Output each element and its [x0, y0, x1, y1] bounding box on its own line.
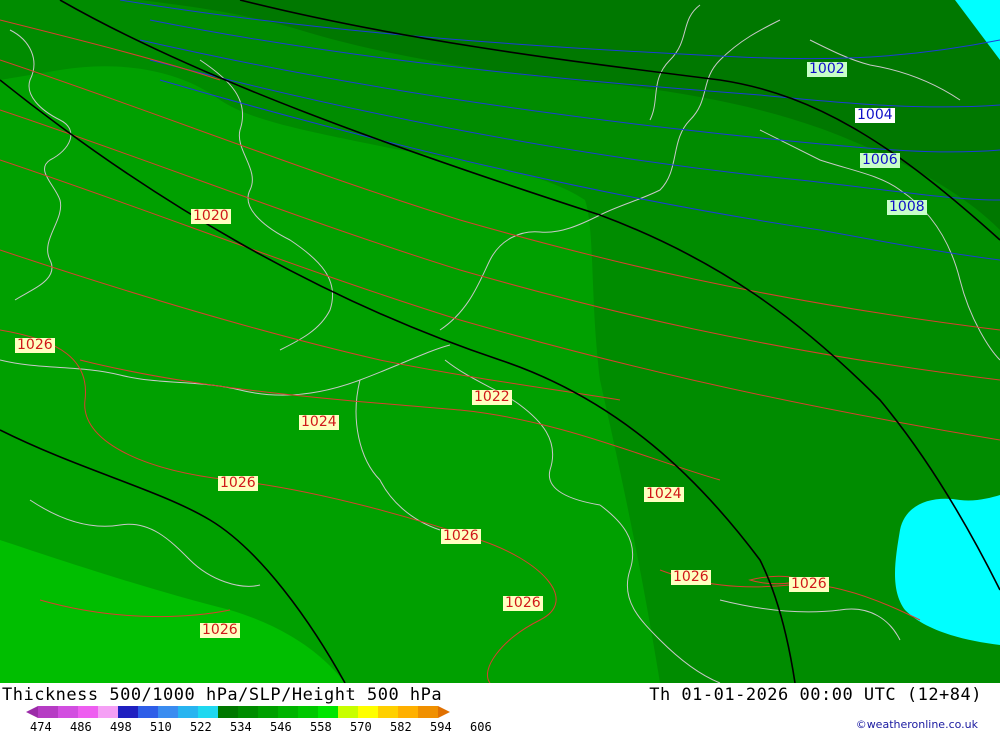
scale-swatch — [58, 706, 78, 718]
scale-swatch — [98, 706, 118, 718]
map-title: Thickness 500/1000 hPa/SLP/Height 500 hP… — [2, 685, 443, 705]
scale-tick-label: 498 — [110, 720, 132, 734]
scale-tick-label: 594 — [430, 720, 452, 734]
isobar-label: 1024 — [299, 414, 339, 430]
scale-arrow-left — [26, 706, 38, 718]
isobar-label: 1026 — [503, 595, 543, 611]
scale-swatch — [38, 706, 58, 718]
scale-swatch — [258, 706, 278, 718]
isobar-label: 1026 — [441, 528, 481, 544]
scale-tick-label: 486 — [70, 720, 92, 734]
scale-tick-label: 582 — [390, 720, 412, 734]
scale-tick-label: 510 — [150, 720, 172, 734]
scale-swatch — [318, 706, 338, 718]
scale-swatch — [378, 706, 398, 718]
isobar-label: 1026 — [200, 622, 240, 638]
isobar-label: 1008 — [887, 199, 927, 215]
scale-swatch — [398, 706, 418, 718]
map-footer: Thickness 500/1000 hPa/SLP/Height 500 hP… — [0, 683, 1000, 734]
scale-tick-label: 474 — [30, 720, 52, 734]
scale-swatch — [338, 706, 358, 718]
scale-arrow-right — [438, 706, 450, 718]
scale-tick-label: 558 — [310, 720, 332, 734]
scale-swatch — [358, 706, 378, 718]
scale-swatch — [198, 706, 218, 718]
isobar-label: 1004 — [855, 107, 895, 123]
isobar-label: 1022 — [472, 389, 512, 405]
isobar-label: 1026 — [671, 569, 711, 585]
scale-swatch — [178, 706, 198, 718]
scale-tick-label: 606 — [470, 720, 492, 734]
scale-swatch — [158, 706, 178, 718]
scale-tick-label: 534 — [230, 720, 252, 734]
credit-text: ©weatheronline.co.uk — [855, 718, 978, 731]
isobar-label: 1020 — [191, 208, 231, 224]
scale-swatch — [78, 706, 98, 718]
isobar-label: 1024 — [644, 486, 684, 502]
scale-tick-label: 546 — [270, 720, 292, 734]
isobar-label: 1026 — [15, 337, 55, 353]
isobar-label: 1026 — [218, 475, 258, 491]
scale-swatch — [238, 706, 258, 718]
scale-tick-label: 570 — [350, 720, 372, 734]
scale-swatch — [278, 706, 298, 718]
weather-map — [0, 0, 1000, 683]
forecast-datetime: Th 01-01-2026 00:00 UTC (12+84) — [649, 685, 982, 705]
scale-swatch — [418, 706, 438, 718]
isobar-label: 1026 — [789, 576, 829, 592]
scale-swatch — [218, 706, 238, 718]
scale-swatch — [298, 706, 318, 718]
scale-swatch — [138, 706, 158, 718]
scale-tick-label: 522 — [190, 720, 212, 734]
isobar-label: 1006 — [860, 152, 900, 168]
scale-swatch — [118, 706, 138, 718]
isobar-label: 1002 — [807, 61, 847, 77]
color-scale-bar — [26, 706, 450, 718]
